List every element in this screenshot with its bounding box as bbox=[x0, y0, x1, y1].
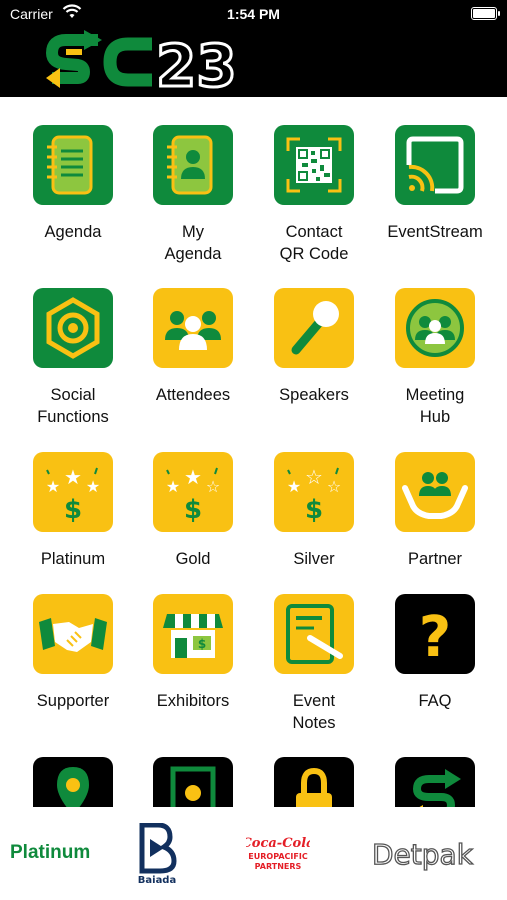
svg-text:★: ★ bbox=[86, 479, 100, 496]
svg-text:★: ★ bbox=[166, 479, 180, 496]
tile-door[interactable] bbox=[133, 757, 253, 807]
tile-faq[interactable]: ? FAQ bbox=[375, 594, 495, 712]
sponsor-logo-detpak-text: Detpak bbox=[372, 838, 474, 871]
svg-text:$: $ bbox=[198, 637, 206, 651]
question-mark-icon: ? bbox=[395, 594, 475, 674]
tile-label: EventStream bbox=[387, 223, 483, 241]
sc23-logo[interactable]: 23 bbox=[44, 28, 244, 102]
tile-map[interactable] bbox=[13, 757, 133, 807]
svg-text:★: ★ bbox=[287, 479, 301, 496]
tile-supporter[interactable]: Supporter bbox=[13, 594, 133, 712]
stars-dollar-icon: ★ ★ ★ $ bbox=[33, 452, 113, 532]
lock-icon bbox=[274, 757, 354, 807]
sponsor-bar: Platinum Baiada Coca-Cola EUROPACIFIC PA… bbox=[0, 807, 507, 900]
notebook-icon bbox=[33, 125, 113, 205]
tile-social-functions[interactable]: Social Functions bbox=[13, 288, 133, 428]
svg-text:$: $ bbox=[64, 495, 82, 525]
tile-attendees[interactable]: Attendees bbox=[133, 288, 253, 406]
tile-label: Partner bbox=[407, 550, 463, 568]
sponsor-logo-coca-cola-line2: EUROPACIFIC bbox=[248, 852, 308, 861]
tile-label: My Agenda bbox=[164, 223, 222, 263]
tile-label: Contact QR Code bbox=[279, 223, 349, 263]
tile-label: Platinum bbox=[40, 550, 106, 568]
tile-label: Gold bbox=[175, 550, 211, 568]
tile-event-notes[interactable]: Event Notes bbox=[254, 594, 374, 734]
svg-text:☆: ☆ bbox=[206, 479, 220, 496]
tile-label: Exhibitors bbox=[156, 692, 230, 710]
sponsor-logo-coca-cola-line3: PARTNERS bbox=[255, 862, 302, 871]
map-pin-icon bbox=[33, 757, 113, 807]
tile-platinum[interactable]: ★ ★ ★ $ Platinum bbox=[13, 452, 133, 570]
hexagon-nut-icon bbox=[33, 288, 113, 368]
svg-text:$: $ bbox=[305, 495, 323, 525]
svg-text:★: ★ bbox=[46, 479, 60, 496]
contact-book-icon bbox=[153, 125, 233, 205]
people-group-icon bbox=[153, 288, 233, 368]
tile-sc-logo[interactable] bbox=[375, 757, 495, 807]
svg-text:23: 23 bbox=[156, 32, 237, 96]
svg-text:★: ★ bbox=[64, 467, 82, 489]
svg-text:★: ★ bbox=[184, 467, 202, 489]
stars-dollar-icon: ★ ★ ☆ $ bbox=[153, 452, 233, 532]
handshake-icon bbox=[33, 594, 113, 674]
cast-screen-icon bbox=[395, 125, 475, 205]
tile-label: Speakers bbox=[279, 386, 349, 404]
svg-text:☆: ☆ bbox=[327, 479, 341, 496]
tile-exhibitors[interactable]: $ Exhibitors bbox=[133, 594, 253, 712]
meeting-group-icon bbox=[395, 288, 475, 368]
tile-label: Agenda bbox=[44, 223, 102, 241]
sponsor-logo-coca-cola[interactable]: Coca-Cola EUROPACIFIC PARTNERS bbox=[241, 833, 314, 875]
tile-label: Silver bbox=[293, 550, 335, 568]
tile-gold[interactable]: ★ ★ ☆ $ Gold bbox=[133, 452, 253, 570]
note-pen-icon bbox=[274, 594, 354, 674]
tile-my-agenda[interactable]: My Agenda bbox=[133, 125, 253, 265]
tile-contact-qr-code[interactable]: Contact QR Code bbox=[254, 125, 374, 265]
svg-text:?: ? bbox=[419, 605, 451, 670]
sponsor-logo-baiada[interactable]: Baiada bbox=[136, 822, 178, 886]
storefront-icon: $ bbox=[153, 594, 233, 674]
status-bar: Carrier 1:54 PM bbox=[0, 0, 507, 28]
tile-speakers[interactable]: Speakers bbox=[254, 288, 374, 406]
hands-people-icon bbox=[395, 452, 475, 532]
sc-logo-icon bbox=[395, 757, 475, 807]
svg-text:$: $ bbox=[184, 495, 202, 525]
tile-silver[interactable]: ☆ ★ ☆ $ Silver bbox=[254, 452, 374, 570]
tile-label: Meeting Hub bbox=[405, 386, 465, 426]
svg-text:☆: ☆ bbox=[305, 467, 323, 489]
clock: 1:54 PM bbox=[227, 6, 280, 22]
battery-icon bbox=[471, 7, 500, 20]
tile-agenda[interactable]: Agenda bbox=[13, 125, 133, 243]
tile-eventstream[interactable]: EventStream bbox=[375, 125, 495, 243]
sponsor-logo-coca-cola-line1: Coca-Cola bbox=[246, 836, 310, 851]
tile-label: Attendees bbox=[155, 386, 231, 404]
sponsor-tier-label: Platinum bbox=[10, 842, 91, 863]
microphone-icon bbox=[274, 288, 354, 368]
tile-label: FAQ bbox=[418, 692, 452, 710]
tile-meeting-hub[interactable]: Meeting Hub bbox=[375, 288, 495, 428]
sponsor-logo-baiada-text: Baiada bbox=[138, 875, 176, 885]
qr-code-icon bbox=[274, 125, 354, 205]
door-icon bbox=[153, 757, 233, 807]
sponsor-logo-detpak[interactable]: Detpak bbox=[370, 837, 478, 871]
stars-dollar-icon: ☆ ★ ☆ $ bbox=[274, 452, 354, 532]
tile-label: Supporter bbox=[36, 692, 110, 710]
tile-lock[interactable] bbox=[254, 757, 374, 807]
tile-label: Social Functions bbox=[37, 386, 109, 426]
feature-grid: Agenda My Agenda Contact QR Code EventSt… bbox=[0, 97, 507, 807]
tile-label: Event Notes bbox=[292, 692, 336, 732]
app-header: Carrier 1:54 PM 23 bbox=[0, 0, 507, 102]
tile-partner[interactable]: Partner bbox=[375, 452, 495, 570]
